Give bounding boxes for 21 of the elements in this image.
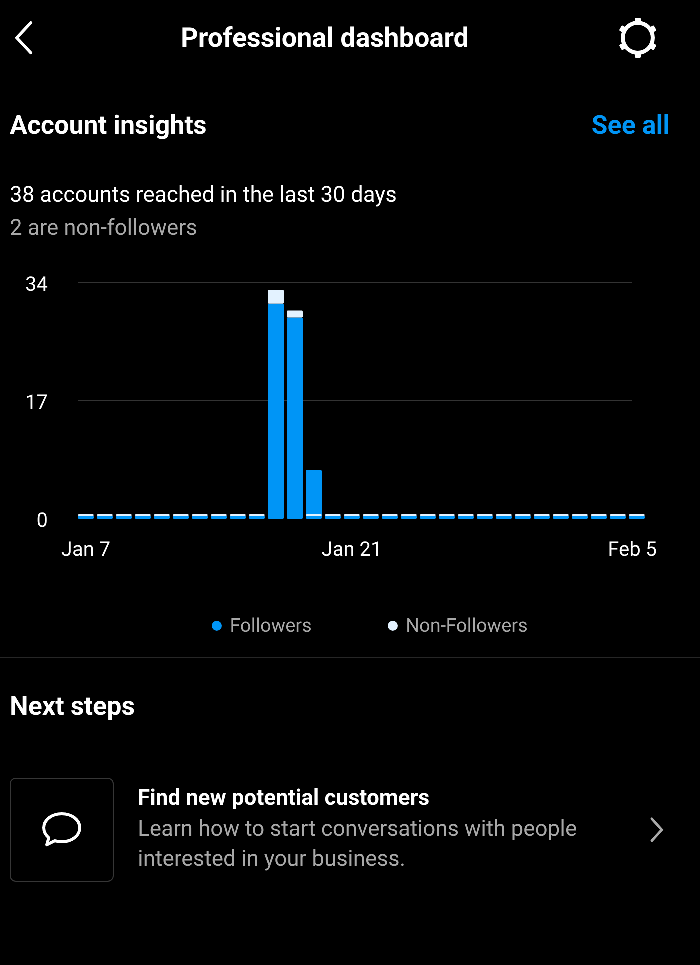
legend-dot-icon: [388, 620, 398, 630]
reach-summary: 38 accounts reached in the last 30 days: [9, 182, 398, 208]
section-heading: Next steps: [9, 692, 136, 722]
page-title: Professional dashboard: [181, 22, 469, 54]
step-description: Learn how to start conversations with people interested in your business.: [138, 816, 578, 874]
y-axis-label: 34: [26, 272, 48, 296]
x-axis-label: Jan 7: [61, 537, 111, 561]
step-title: Find new potential customers: [138, 786, 431, 811]
x-axis-label: Feb 5: [608, 537, 657, 561]
legend-label: Followers: [230, 614, 312, 637]
x-axis-label: Jan 21: [322, 537, 382, 561]
legend-label: Non-Followers: [406, 614, 528, 637]
back-icon[interactable]: [14, 20, 34, 54]
y-axis-label: 0: [36, 508, 48, 532]
speech-bubble-icon: [41, 811, 83, 849]
legend-dot-icon: [212, 620, 222, 630]
see-all-link[interactable]: See all: [592, 111, 670, 141]
section-heading: Account insights: [10, 111, 207, 141]
reach-subtext: 2 are non-followers: [9, 215, 199, 241]
chevron-right-icon[interactable]: [650, 817, 664, 843]
y-axis-label: 17: [26, 390, 48, 414]
